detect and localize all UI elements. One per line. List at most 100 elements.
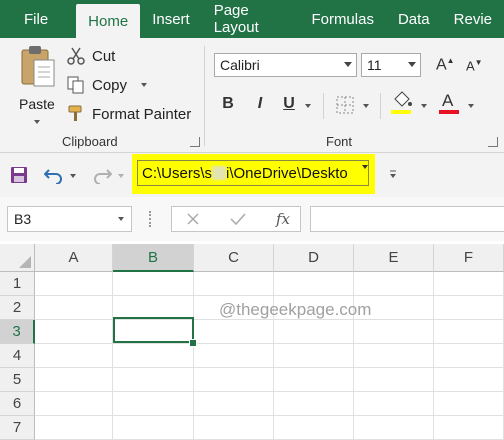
row-header-6[interactable]: 6 bbox=[0, 392, 35, 416]
underline-dropdown-icon[interactable] bbox=[305, 104, 311, 108]
borders-icon[interactable] bbox=[336, 96, 354, 114]
redo-dropdown-icon[interactable] bbox=[118, 174, 124, 178]
cell-d4[interactable] bbox=[274, 344, 354, 368]
font-family-select[interactable]: Calibri bbox=[214, 53, 357, 77]
cell-c6[interactable] bbox=[194, 392, 274, 416]
ribbon-separator bbox=[323, 93, 324, 119]
enter-check-icon[interactable] bbox=[230, 212, 246, 226]
cell-c5[interactable] bbox=[194, 368, 274, 392]
row-header-3[interactable]: 3 bbox=[0, 320, 35, 344]
fill-color-button[interactable] bbox=[391, 91, 413, 117]
cell-b7[interactable] bbox=[113, 416, 194, 440]
cell-c1[interactable] bbox=[194, 272, 274, 296]
name-box[interactable]: B3 bbox=[7, 206, 132, 232]
cell-a2[interactable] bbox=[35, 296, 113, 320]
cell-f1[interactable] bbox=[434, 272, 504, 296]
cell-f2[interactable] bbox=[434, 296, 504, 320]
bold-button[interactable]: B bbox=[218, 95, 238, 113]
paste-dropdown-icon[interactable] bbox=[34, 120, 40, 124]
tab-file[interactable]: File bbox=[0, 0, 76, 38]
customize-toolbar-icon[interactable] bbox=[388, 169, 398, 179]
clipboard-launcher-icon[interactable] bbox=[190, 137, 200, 147]
cell-e4[interactable] bbox=[354, 344, 434, 368]
save-icon[interactable] bbox=[10, 166, 28, 184]
row-header-4[interactable]: 4 bbox=[0, 344, 35, 368]
row-header-7[interactable]: 7 bbox=[0, 416, 35, 440]
underline-button[interactable]: U bbox=[279, 95, 299, 113]
formula-bar: B3 fx bbox=[0, 197, 504, 241]
cell-a4[interactable] bbox=[35, 344, 113, 368]
cell-a1[interactable] bbox=[35, 272, 113, 296]
cut-button[interactable]: Cut bbox=[66, 46, 115, 66]
fill-handle[interactable] bbox=[189, 339, 197, 347]
cell-b4[interactable] bbox=[113, 344, 194, 368]
cell-d1[interactable] bbox=[274, 272, 354, 296]
insert-function-icon[interactable]: fx bbox=[276, 210, 290, 228]
cell-c4[interactable] bbox=[194, 344, 274, 368]
cell-f4[interactable] bbox=[434, 344, 504, 368]
cell-e3[interactable] bbox=[354, 320, 434, 344]
paste-button[interactable]: Paste bbox=[14, 44, 60, 126]
cell-f3[interactable] bbox=[434, 320, 504, 344]
cell-b6[interactable] bbox=[113, 392, 194, 416]
cell-c7[interactable] bbox=[194, 416, 274, 440]
increase-font-size-button[interactable]: A▲ bbox=[436, 56, 455, 74]
cell-f5[interactable] bbox=[434, 368, 504, 392]
cell-d7[interactable] bbox=[274, 416, 354, 440]
decrease-font-size-button[interactable]: A▼ bbox=[466, 58, 483, 73]
font-launcher-icon[interactable] bbox=[488, 137, 498, 147]
cell-d5[interactable] bbox=[274, 368, 354, 392]
cell-b1[interactable] bbox=[113, 272, 194, 296]
tab-formulas[interactable]: Formulas bbox=[299, 0, 386, 38]
cell-f7[interactable] bbox=[434, 416, 504, 440]
cell-e7[interactable] bbox=[354, 416, 434, 440]
cancel-icon[interactable] bbox=[186, 212, 200, 226]
column-header-e[interactable]: E bbox=[354, 244, 434, 272]
cell-e1[interactable] bbox=[354, 272, 434, 296]
cell-e5[interactable] bbox=[354, 368, 434, 392]
copy-button[interactable]: Copy bbox=[66, 75, 148, 95]
borders-dropdown-icon[interactable] bbox=[363, 104, 369, 108]
formula-input[interactable] bbox=[310, 206, 504, 232]
fill-color-dropdown-icon[interactable] bbox=[421, 104, 427, 108]
italic-button[interactable]: I bbox=[250, 95, 270, 113]
redo-icon[interactable] bbox=[92, 166, 112, 184]
tab-review[interactable]: Revie bbox=[442, 0, 504, 38]
cell-a7[interactable] bbox=[35, 416, 113, 440]
cell-b5[interactable] bbox=[113, 368, 194, 392]
select-all-corner[interactable] bbox=[0, 244, 35, 272]
column-header-b[interactable]: B bbox=[113, 244, 194, 272]
redacted-text bbox=[212, 166, 227, 180]
cell-a5[interactable] bbox=[35, 368, 113, 392]
column-header-a[interactable]: A bbox=[35, 244, 113, 272]
paste-label: Paste bbox=[19, 96, 55, 112]
column-header-d[interactable]: D bbox=[274, 244, 354, 272]
cell-a6[interactable] bbox=[35, 392, 113, 416]
tab-page-layout[interactable]: Page Layout bbox=[202, 0, 300, 38]
cell-e6[interactable] bbox=[354, 392, 434, 416]
undo-icon[interactable] bbox=[44, 166, 64, 184]
cell-c3[interactable] bbox=[194, 320, 274, 344]
font-color-dropdown-icon[interactable] bbox=[468, 104, 474, 108]
document-location-dropdown-icon[interactable] bbox=[362, 165, 368, 169]
undo-dropdown-icon[interactable] bbox=[70, 174, 76, 178]
font-color-button[interactable]: A bbox=[439, 91, 461, 117]
font-size-select[interactable]: 11 bbox=[361, 53, 421, 77]
active-cell-b3[interactable] bbox=[113, 317, 194, 343]
tab-insert[interactable]: Insert bbox=[140, 0, 202, 38]
tab-home[interactable]: Home bbox=[76, 4, 141, 38]
copy-dropdown-icon[interactable] bbox=[141, 83, 148, 87]
row-header-1[interactable]: 1 bbox=[0, 272, 35, 296]
column-header-f[interactable]: F bbox=[434, 244, 504, 272]
name-box-value: B3 bbox=[14, 211, 32, 227]
column-header-c[interactable]: C bbox=[194, 244, 274, 272]
tab-data[interactable]: Data bbox=[386, 0, 442, 38]
format-painter-button[interactable]: Format Painter bbox=[66, 104, 191, 124]
row-header-2[interactable]: 2 bbox=[0, 296, 35, 320]
cell-d6[interactable] bbox=[274, 392, 354, 416]
document-location-field[interactable]: C:\Users\s i\OneDrive\Deskto bbox=[137, 160, 369, 186]
cell-a3[interactable] bbox=[35, 320, 113, 344]
row-header-5[interactable]: 5 bbox=[0, 368, 35, 392]
cell-f6[interactable] bbox=[434, 392, 504, 416]
cell-d3[interactable] bbox=[274, 320, 354, 344]
